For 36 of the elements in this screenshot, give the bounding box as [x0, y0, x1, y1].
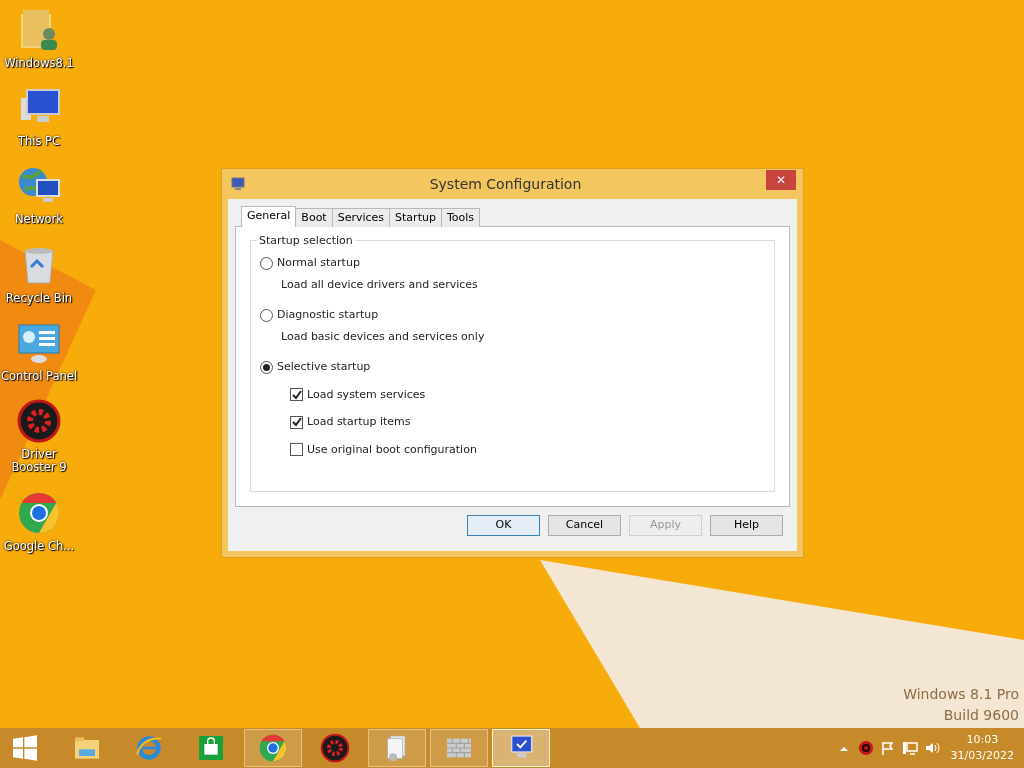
checkbox[interactable]	[290, 443, 303, 457]
clock-date: 31/03/2022	[950, 748, 1014, 764]
checkbox-label[interactable]: Use original boot configuration	[307, 441, 477, 458]
option-description: Load basic devices and services only	[281, 328, 486, 345]
chrome-icon	[257, 732, 289, 764]
radio-button[interactable]	[260, 308, 273, 322]
checkbox-label[interactable]: Load startup items	[307, 414, 411, 431]
checkbox[interactable]	[290, 415, 303, 429]
clock-time: 10:03	[965, 732, 1000, 748]
network-icon[interactable]	[901, 740, 918, 756]
option-label[interactable]: Normal startup	[277, 255, 360, 272]
checkbox[interactable]	[290, 388, 303, 402]
window-title: System Configuration	[429, 175, 582, 192]
close-button[interactable]: ✕	[766, 170, 796, 190]
tab[interactable]: General	[241, 205, 297, 227]
taskbar-button[interactable]	[244, 729, 302, 767]
radio-button[interactable]	[260, 256, 273, 270]
dialog-button[interactable]: OK	[467, 515, 540, 536]
tab[interactable]: Tools	[440, 207, 480, 227]
option-label[interactable]: Diagnostic startup	[277, 307, 379, 324]
tab[interactable]: Services	[331, 207, 391, 227]
gear-icon[interactable]	[857, 740, 874, 756]
option-description: Load all device drivers and services	[281, 276, 479, 293]
monitor-icon	[231, 177, 245, 191]
tab[interactable]: Startup	[389, 207, 442, 227]
dialog-button[interactable]: Help	[710, 515, 783, 536]
tab[interactable]: Boot	[295, 207, 333, 227]
flag-icon[interactable]	[879, 740, 896, 756]
gear-icon	[319, 732, 351, 764]
speaker-icon[interactable]	[923, 740, 940, 756]
os-edition-text: Build 9600	[942, 706, 1019, 725]
option-label[interactable]: Selective startup	[277, 359, 371, 376]
os-edition-text: Windows 8.1 Pro	[903, 685, 1019, 704]
dialog-button[interactable]: Cancel	[548, 515, 621, 536]
radio-button[interactable]	[260, 360, 273, 374]
checkbox-label[interactable]: Load system services	[307, 386, 426, 403]
